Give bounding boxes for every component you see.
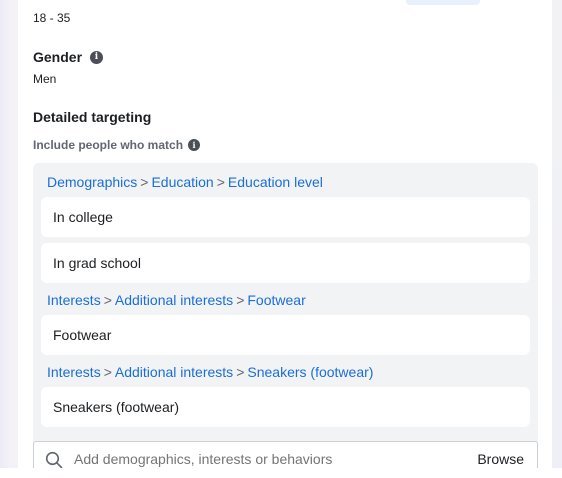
gender-title: Gender	[33, 49, 83, 65]
breadcrumb-link[interactable]: Education level	[228, 174, 323, 190]
include-label: Include people who match i	[33, 138, 201, 152]
targeting-item[interactable]: Footwear	[41, 315, 530, 355]
targeting-item[interactable]: Sneakers (footwear)	[41, 387, 530, 427]
breadcrumb-link[interactable]: Education	[151, 174, 213, 190]
breadcrumb-separator: >	[103, 364, 112, 380]
search-input[interactable]	[74, 451, 454, 467]
breadcrumb-link[interactable]: Additional interests	[115, 364, 233, 380]
detailed-targeting-heading: Detailed targeting	[33, 109, 151, 125]
breadcrumb: Interests > Additional interests > Footwear	[47, 292, 306, 308]
breadcrumb-link[interactable]: Sneakers (footwear)	[247, 364, 373, 380]
breadcrumb-separator: >	[216, 174, 225, 190]
breadcrumb: Demographics > Education > Education level	[47, 174, 323, 190]
breadcrumb-separator: >	[140, 174, 149, 190]
breadcrumb-separator: >	[236, 364, 245, 380]
gender-heading: Gender i	[33, 49, 104, 65]
breadcrumb-link[interactable]: Interests	[47, 292, 101, 308]
info-icon[interactable]: i	[90, 50, 104, 64]
info-icon[interactable]: i	[188, 139, 201, 151]
top-button-edge[interactable]	[406, 0, 480, 5]
browse-button[interactable]: Browse	[477, 451, 524, 467]
gender-value: Men	[33, 72, 57, 86]
age-range-value: 18 - 35	[33, 11, 71, 25]
breadcrumb-link[interactable]: Demographics	[47, 174, 137, 190]
targeting-item-label: Sneakers (footwear)	[53, 399, 180, 415]
targeting-item-label: In grad school	[53, 255, 141, 271]
detailed-targeting-title: Detailed targeting	[33, 109, 152, 125]
breadcrumb: Interests > Additional interests > Sneakers …	[47, 364, 373, 380]
breadcrumb-link[interactable]: Additional interests	[115, 292, 233, 308]
breadcrumb-separator: >	[103, 292, 112, 308]
targeting-item-label: In college	[53, 209, 113, 225]
audience-panel: 18 - 35 Gender i Men Detailed targeting …	[18, 0, 552, 478]
targeting-item-label: Footwear	[53, 327, 112, 343]
breadcrumb-link[interactable]: Footwear	[247, 292, 305, 308]
bottom-strip	[0, 468, 562, 478]
breadcrumb-separator: >	[236, 292, 245, 308]
detailed-targeting-box: Demographics > Education > Education level I…	[33, 163, 538, 453]
search-icon	[45, 451, 63, 469]
breadcrumb-link[interactable]: Interests	[47, 364, 101, 380]
targeting-item[interactable]: In college	[41, 197, 530, 237]
include-label-text: Include people who match	[33, 138, 184, 152]
targeting-item[interactable]: In grad school	[41, 243, 530, 283]
